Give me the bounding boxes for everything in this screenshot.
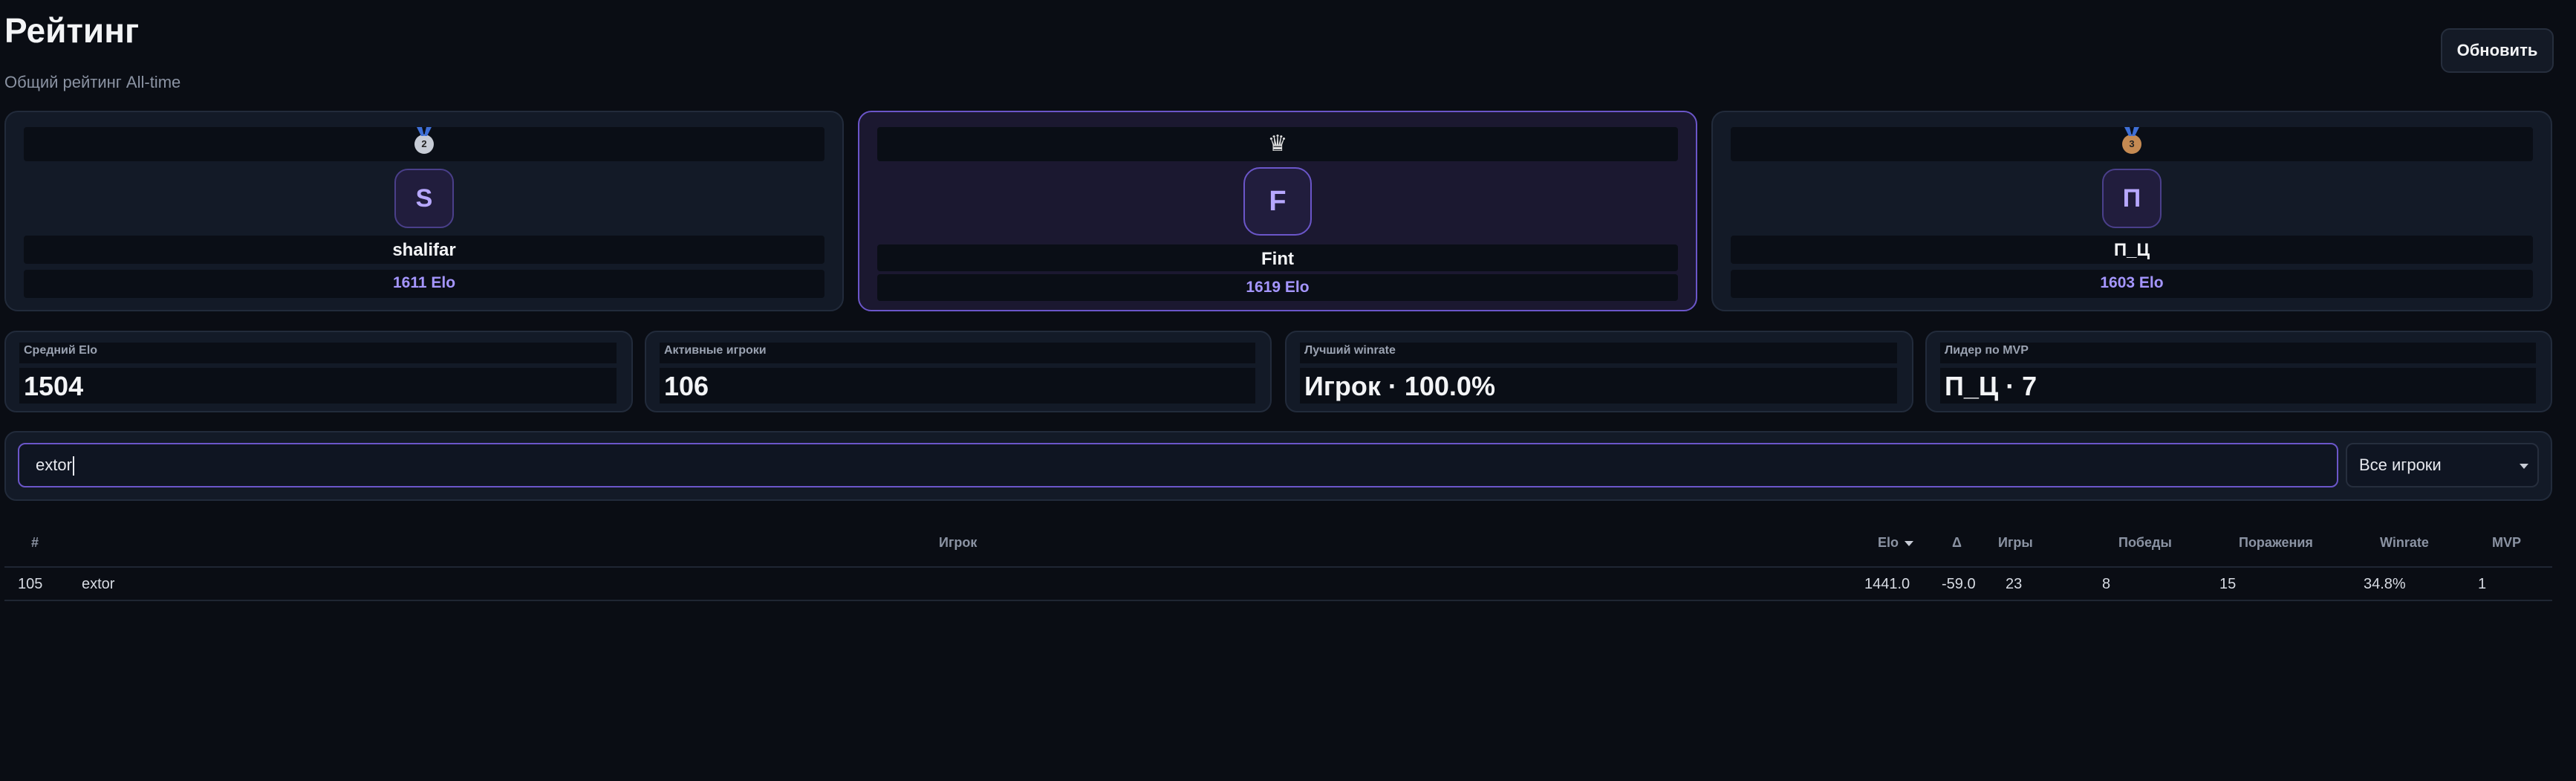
podium-player-name: Fint — [1261, 249, 1294, 269]
cell-wins: 8 — [2102, 576, 2111, 592]
column-header-elo[interactable]: Elo — [1878, 535, 1914, 551]
stat-value: 1504 — [24, 371, 84, 401]
avatar: F — [1243, 167, 1312, 236]
chevron-down-icon — [2520, 464, 2528, 469]
column-header-mvp[interactable]: MVP — [2492, 535, 2521, 551]
stat-card-average-elo: Средний Elo 1504 — [4, 331, 633, 412]
table-row-divider — [4, 600, 2552, 601]
podium-player-elo: 1611 Elo — [392, 274, 456, 291]
table-header-divider — [4, 566, 2552, 568]
column-header-delta[interactable]: Δ — [1952, 535, 1962, 551]
column-header-winrate[interactable]: Winrate — [2380, 535, 2429, 551]
stat-value: 106 — [664, 371, 709, 401]
cell-player: extor — [82, 576, 115, 592]
stat-label: Средний Elo — [24, 344, 98, 357]
stat-label: Активные игроки — [664, 344, 767, 357]
search-input[interactable]: extor — [18, 443, 2338, 487]
stat-label: Лидер по MVP — [1945, 344, 2029, 357]
page-subtitle: Общий рейтинг All-time — [4, 73, 181, 91]
podium-player-elo: 1603 Elo — [2100, 274, 2164, 291]
player-filter-select[interactable]: Все игроки — [2346, 443, 2539, 487]
cell-delta: -59.0 — [1942, 576, 1976, 592]
podium-card-first[interactable]: ♛ F Fint 1619 Elo — [858, 111, 1697, 311]
podium-player-name: П_Ц — [2113, 240, 2150, 260]
stat-card-active-players: Активные игроки 106 — [645, 331, 1272, 412]
column-header-player: Игрок — [939, 535, 978, 550]
column-header-losses[interactable]: Поражения — [2239, 535, 2313, 551]
cell-mvp: 1 — [2478, 576, 2487, 592]
stat-value: П_Ц · 7 — [1945, 371, 2037, 401]
cell-winrate: 34.8% — [2364, 576, 2406, 592]
cell-rank: 105 — [18, 576, 43, 592]
silver-medal-icon: 2 — [414, 135, 434, 154]
podium-player-name: shalifar — [392, 240, 456, 260]
cell-games: 23 — [2006, 576, 2023, 592]
stat-label: Лучший winrate — [1304, 344, 1396, 357]
filter-panel: extor Все игроки — [4, 431, 2552, 501]
crown-icon: ♛ — [1267, 132, 1288, 156]
refresh-button[interactable]: Обновить — [2441, 28, 2554, 73]
stat-value: Игрок · 100.0% — [1304, 371, 1495, 401]
cell-losses: 15 — [2219, 576, 2237, 592]
stat-card-best-winrate: Лучший winrate Игрок · 100.0% — [1285, 331, 1913, 412]
column-header-wins[interactable]: Победы — [2118, 535, 2172, 551]
page-title: Рейтинг — [4, 11, 140, 50]
column-header-rank: # — [31, 535, 39, 550]
avatar: П — [2102, 169, 2162, 228]
avatar: S — [394, 169, 454, 228]
stat-card-mvp-leader: Лидер по MVP П_Ц · 7 — [1925, 331, 2552, 412]
bronze-medal-icon: 3 — [2122, 135, 2141, 154]
column-header-games[interactable]: Игры — [1998, 535, 2033, 551]
cell-elo: 1441.0 — [1864, 576, 1910, 592]
podium-card-second[interactable]: 2 S shalifar 1611 Elo — [4, 111, 844, 311]
sort-desc-icon — [1905, 540, 1914, 546]
podium-card-third[interactable]: 3 П П_Ц 1603 Elo — [1711, 111, 2552, 311]
podium-player-elo: 1619 Elo — [1246, 279, 1310, 296]
